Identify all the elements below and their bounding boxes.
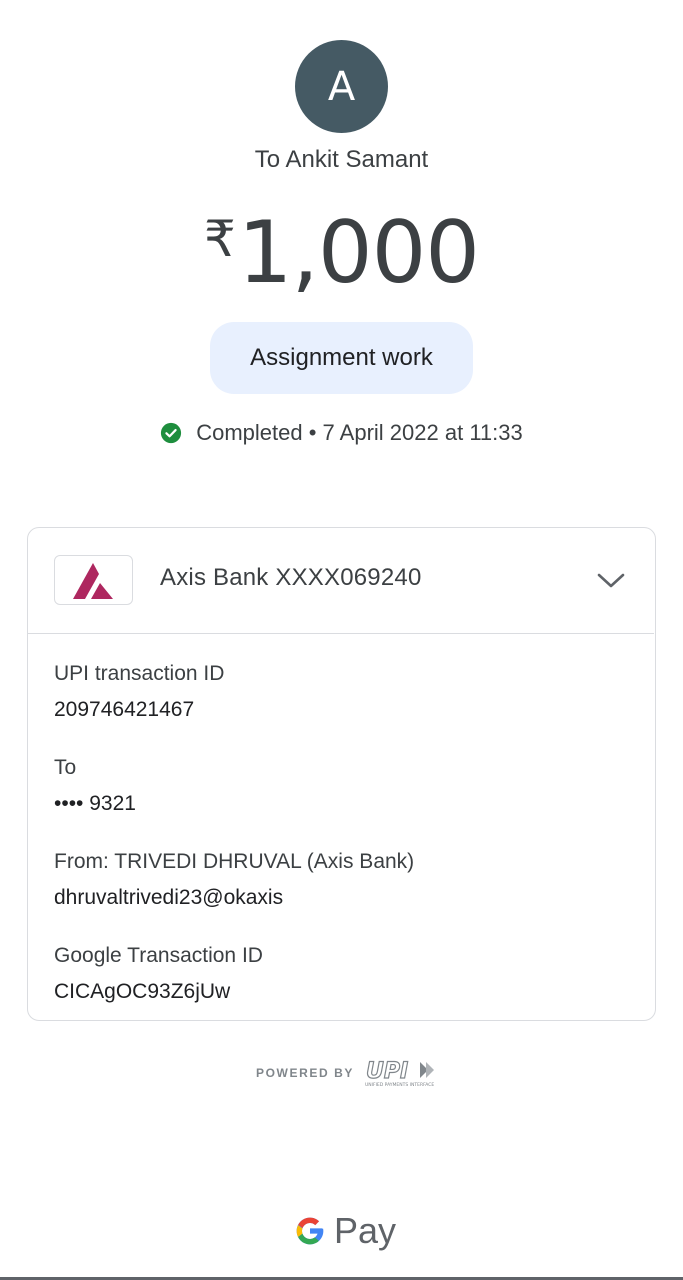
upi-logo-icon: UPI UNIFIED PAYMENTS INTERFACE xyxy=(365,1058,434,1088)
upi-tagline: UNIFIED PAYMENTS INTERFACE xyxy=(365,1082,434,1088)
detail-label: Google Transaction ID xyxy=(54,944,263,967)
transaction-card: Axis Bank XXXX069240 UPI transaction ID … xyxy=(27,527,656,1021)
detail-value: 209746421467 xyxy=(54,698,195,721)
detail-value: CICAgOC93Z6jUw xyxy=(54,980,231,1003)
recipient-avatar: A xyxy=(295,40,388,133)
upi-logo-text: UPI xyxy=(366,1059,408,1084)
transaction-details-page: A To Ankit Samant ₹1,000 Assignment work… xyxy=(0,0,683,1280)
check-circle-icon xyxy=(161,422,182,444)
detail-value: dhruvaltrivedi23@okaxis xyxy=(54,886,284,909)
currency-symbol: ₹ xyxy=(203,210,236,268)
amount: ₹1,000 xyxy=(0,203,683,303)
payment-note-chip: Assignment work xyxy=(210,322,473,394)
powered-by-upi: POWERED BY UPI UNIFIED PAYMENTS INTERFAC… xyxy=(256,1058,436,1088)
bank-account-name: Axis Bank XXXX069240 xyxy=(160,564,422,591)
google-g-icon xyxy=(296,1217,324,1245)
gpay-pay-text: Pay xyxy=(334,1210,397,1251)
status-text: Completed • 7 April 2022 at 11:33 xyxy=(196,420,523,445)
detail-label: To xyxy=(54,756,77,779)
detail-label: From: TRIVEDI DHRUVAL (Axis Bank) xyxy=(54,850,415,873)
detail-value: •••• 9321 xyxy=(54,792,136,815)
payment-note: Assignment work xyxy=(250,344,433,371)
detail-to: To •••• 9321 xyxy=(54,754,634,818)
axis-logo-icon xyxy=(72,563,113,599)
detail-from: From: TRIVEDI DHRUVAL (Axis Bank) dhruva… xyxy=(54,848,634,912)
google-pay-logo: Pay xyxy=(294,1210,396,1252)
transaction-details: UPI transaction ID 209746421467 To •••• … xyxy=(54,660,634,1036)
avatar-initial: A xyxy=(327,63,356,110)
powered-by-text: POWERED BY xyxy=(256,1066,355,1080)
detail-google-transaction-id: Google Transaction ID CICAgOC93Z6jUw xyxy=(54,942,634,1006)
axis-bank-logo xyxy=(54,555,133,605)
recipient-name: To Ankit Samant xyxy=(254,146,429,173)
bank-account-row[interactable]: Axis Bank XXXX069240 xyxy=(28,528,654,634)
chevron-down-icon[interactable] xyxy=(596,568,626,592)
amount-value: 1,000 xyxy=(237,203,480,303)
detail-label: UPI transaction ID xyxy=(54,662,225,685)
detail-upi-transaction-id: UPI transaction ID 209746421467 xyxy=(54,660,634,724)
status-row: Completed • 7 April 2022 at 11:33 xyxy=(0,420,683,446)
